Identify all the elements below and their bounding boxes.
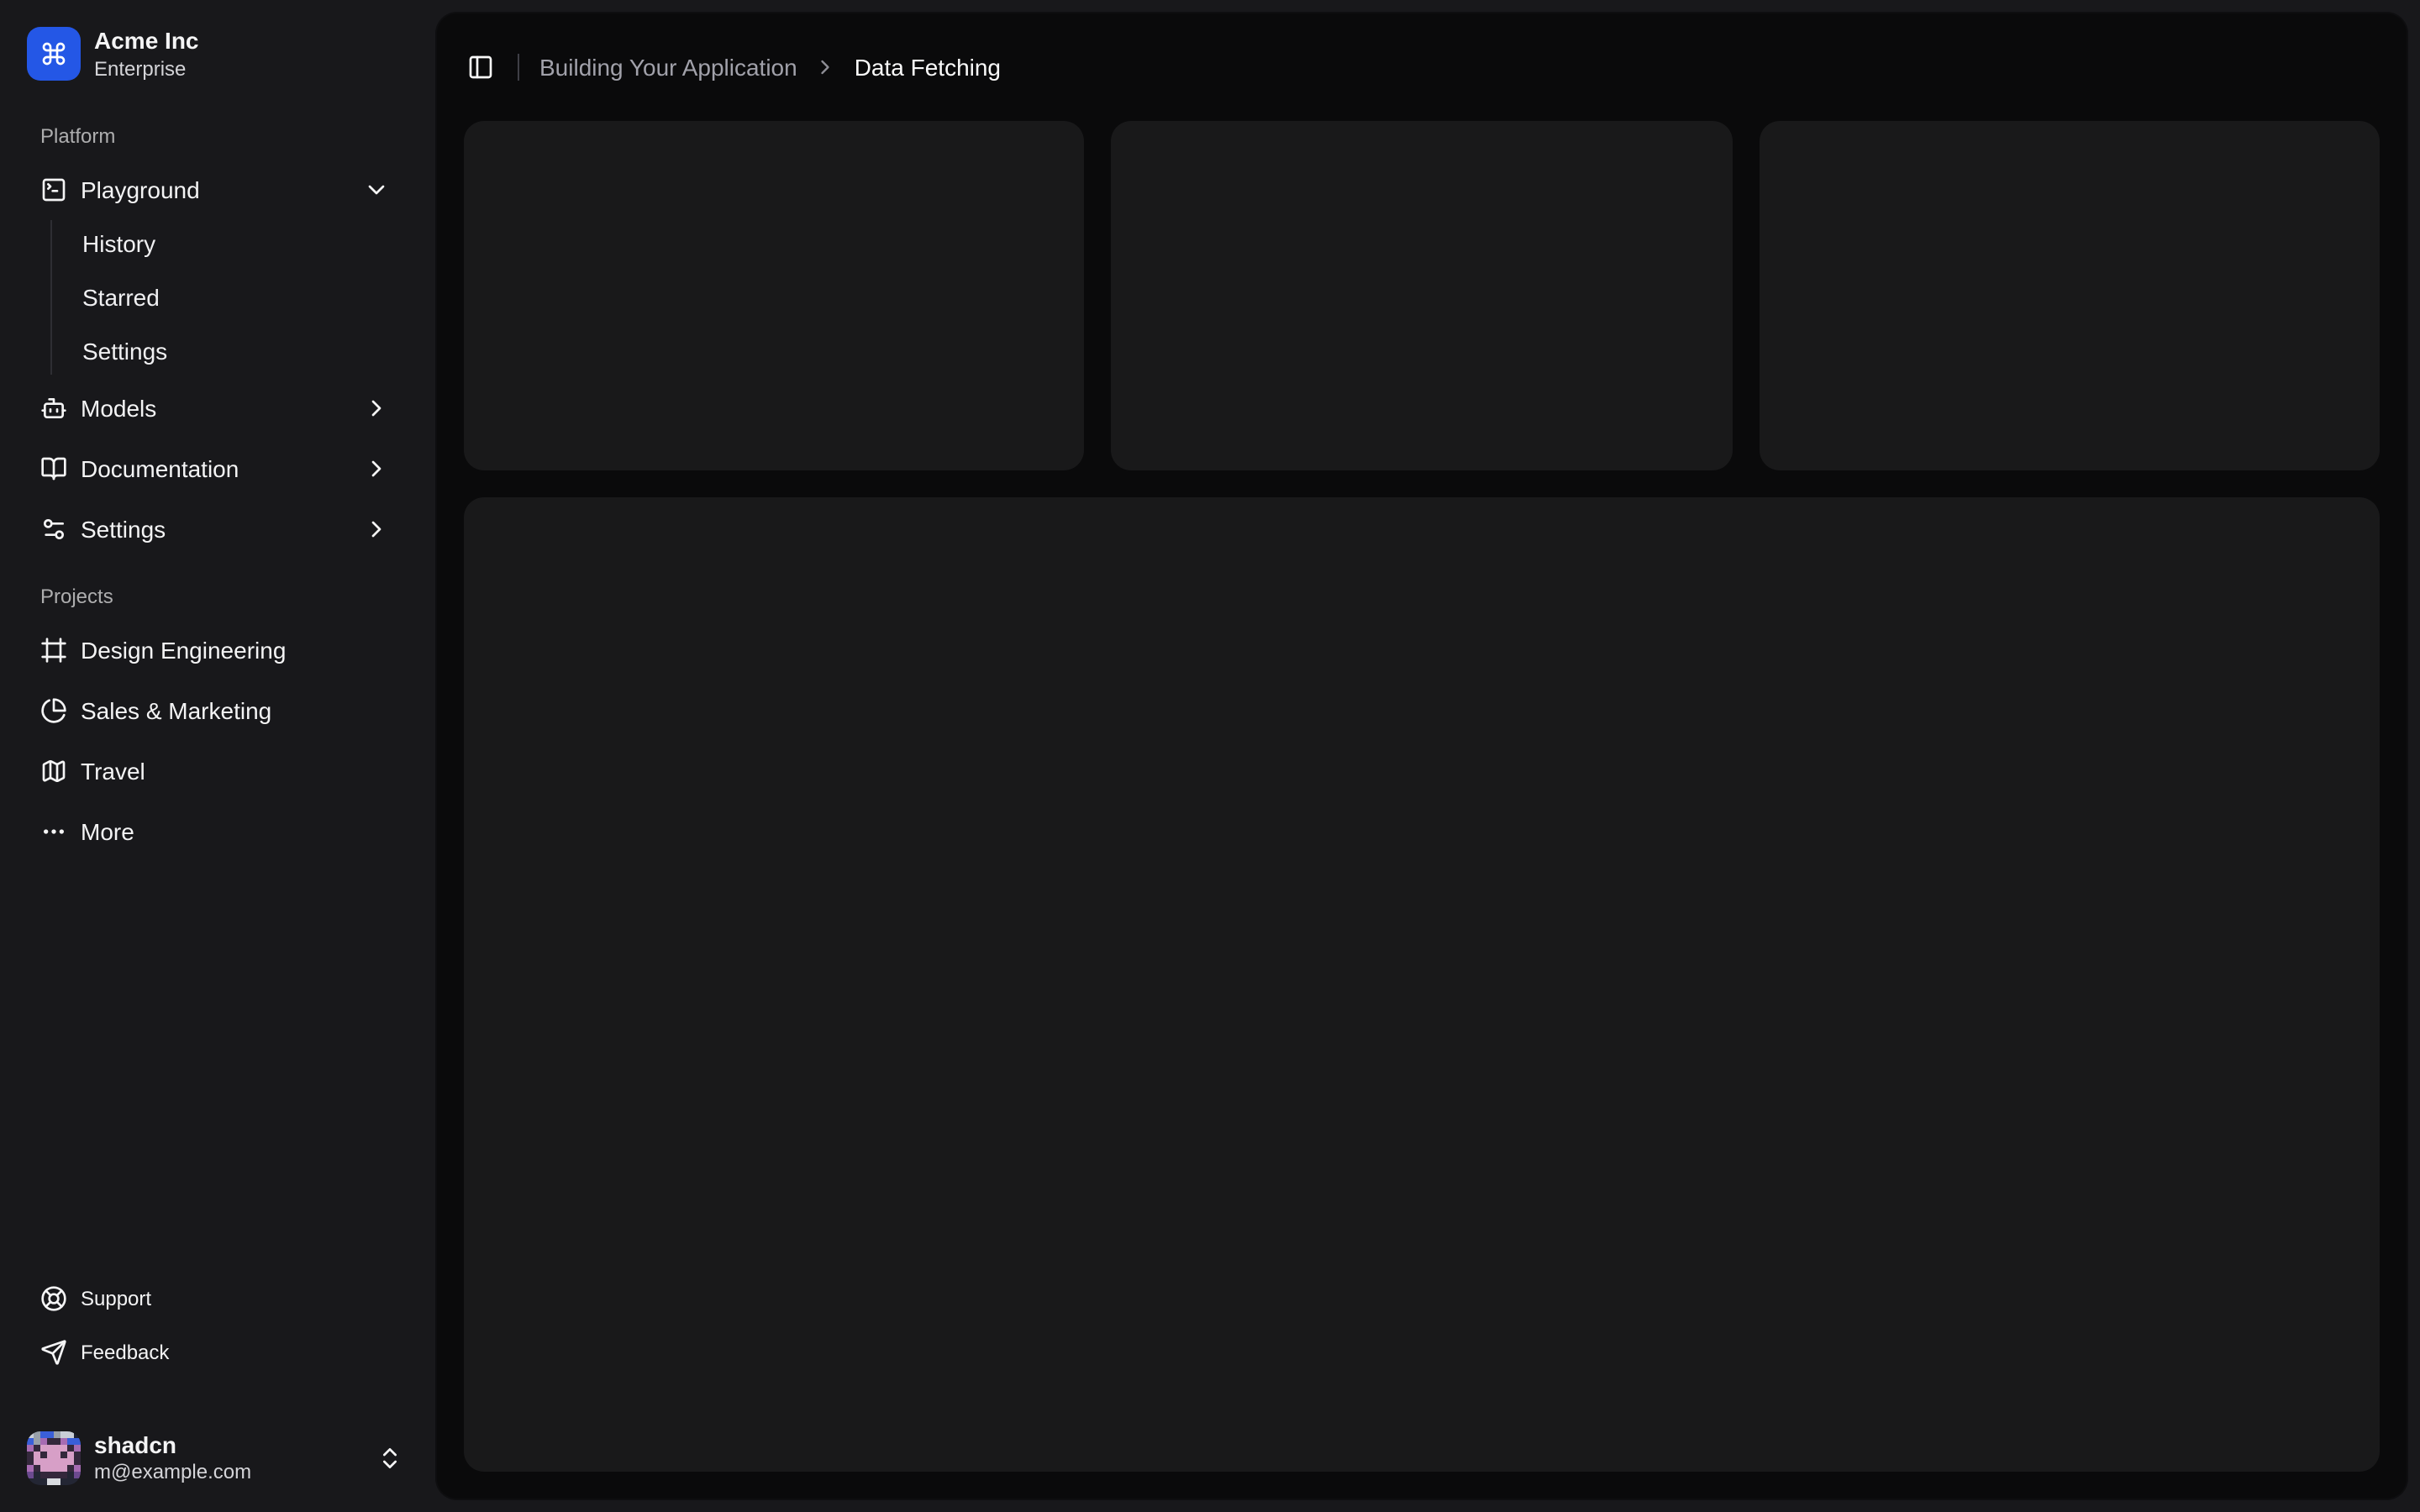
- chevron-right-icon: [371, 520, 381, 537]
- sidebar-item-feedback[interactable]: Feedback: [27, 1329, 403, 1376]
- sidebar-subitem-settings[interactable]: Settings: [69, 327, 403, 374]
- square-terminal-icon: [42, 177, 66, 201]
- sidebar-item-label: Feedback: [81, 1341, 170, 1364]
- sidebar-item-sales-marketing[interactable]: Sales & Marketing: [27, 683, 403, 737]
- team-logo: [27, 27, 81, 81]
- map-icon: [42, 759, 66, 782]
- sidebar-item-travel[interactable]: Travel: [27, 743, 403, 797]
- main-content: [437, 121, 2407, 1499]
- placeholder-panel: [464, 496, 2380, 1472]
- sidebar-item-label: More: [81, 817, 134, 844]
- placeholder-card: [1759, 121, 2380, 470]
- nav-menu: Playground History Starred Settings Mode…: [27, 162, 403, 555]
- team-text: Acme Inc Enterprise: [94, 27, 199, 81]
- main-inset: Building Your Application Data Fetching: [437, 13, 2407, 1499]
- placeholder-card: [464, 121, 1085, 470]
- sidebar-item-label: Playground: [81, 176, 200, 202]
- sidebar-subitem-label: Settings: [82, 337, 168, 364]
- pie-chart-icon: [41, 697, 66, 722]
- user-name: shadcn: [94, 1431, 177, 1458]
- send-icon: [41, 1340, 66, 1365]
- sidebar-header: Acme Inc Enterprise: [13, 13, 417, 95]
- nav-group-label: Projects: [40, 584, 113, 607]
- nav-menu: Design Engineering Sales & Marketing Tra…: [27, 622, 403, 858]
- sidebar-item-documentation[interactable]: Documentation: [27, 441, 403, 495]
- sidebar-item-more[interactable]: More: [27, 804, 403, 858]
- sidebar-item-label: Sales & Marketing: [81, 696, 272, 723]
- main-header: Building Your Application Data Fetching: [437, 13, 2407, 121]
- team-name: Acme Inc: [94, 27, 199, 54]
- playground-submenu: History Starred Settings: [50, 219, 403, 374]
- ellipsis-icon: [44, 828, 64, 833]
- placeholder-cards-row: [464, 121, 2380, 470]
- chevron-right-icon: [822, 60, 830, 75]
- user-menu-button[interactable]: shadcn m@example.com: [13, 1418, 417, 1499]
- nav-secondary: Support Feedback: [13, 1275, 417, 1376]
- book-open-icon: [41, 456, 66, 480]
- user-email: m@example.com: [94, 1460, 252, 1484]
- breadcrumb-current-page: Data Fetching: [854, 54, 1002, 81]
- sidebar-item-label: Support: [81, 1287, 152, 1310]
- app-window: Acme Inc Enterprise Platform Playground …: [0, 0, 2420, 1512]
- breadcrumb-parent-link[interactable]: Building Your Application: [539, 54, 797, 81]
- placeholder-card: [1111, 121, 1733, 470]
- user-text: shadcn m@example.com: [94, 1431, 251, 1486]
- breadcrumb: Building Your Application Data Fetching: [539, 54, 1001, 81]
- chevrons-up-down-icon: [383, 1448, 397, 1468]
- sidebar-subitem-label: Starred: [82, 283, 160, 310]
- sidebar-item-models[interactable]: Models: [27, 381, 403, 434]
- command-icon: [42, 43, 66, 66]
- sidebar-item-label: Documentation: [81, 454, 239, 481]
- sidebar-item-support[interactable]: Support: [27, 1275, 403, 1322]
- avatar-image: [27, 1431, 81, 1485]
- panel-left-icon: [469, 55, 492, 79]
- header-separator: [518, 54, 519, 81]
- sidebar-item-label: Design Engineering: [81, 636, 287, 663]
- chevron-right-icon: [371, 399, 381, 416]
- sidebar-item-label: Settings: [81, 515, 166, 542]
- sidebar-item-label: Models: [81, 394, 157, 421]
- team-switcher-button[interactable]: Acme Inc Enterprise: [27, 27, 403, 81]
- sidebar-item-settings[interactable]: Settings: [27, 501, 403, 555]
- avatar: [27, 1431, 81, 1485]
- nav-group-label: Platform: [40, 123, 116, 147]
- sidebar-item-label: Travel: [81, 757, 145, 784]
- sidebar-subitem-label: History: [82, 229, 156, 256]
- sidebar-subitem-starred[interactable]: Starred: [69, 273, 403, 320]
- frame-icon: [41, 637, 66, 662]
- nav-item-playground-wrapper: Playground History Starred Settings: [27, 162, 403, 374]
- chevron-right-icon: [371, 459, 381, 476]
- nav-group-projects: Projects Design Engineering Sales & Mark…: [13, 555, 417, 858]
- sidebar-item-design-engineering[interactable]: Design Engineering: [27, 622, 403, 676]
- sidebar-toggle-button[interactable]: [457, 44, 504, 91]
- chevron-down-icon[interactable]: [363, 176, 390, 202]
- sliders-icon: [43, 518, 64, 538]
- sidebar: Acme Inc Enterprise Platform Playground …: [0, 0, 430, 1512]
- sidebar-subitem-history[interactable]: History: [69, 219, 403, 266]
- life-buoy-icon: [41, 1286, 66, 1311]
- nav-group-platform: Platform Playground History Starred Sett…: [13, 95, 417, 555]
- sidebar-item-playground[interactable]: Playground: [27, 162, 403, 216]
- team-plan: Enterprise: [94, 56, 187, 80]
- bot-icon: [41, 397, 66, 417]
